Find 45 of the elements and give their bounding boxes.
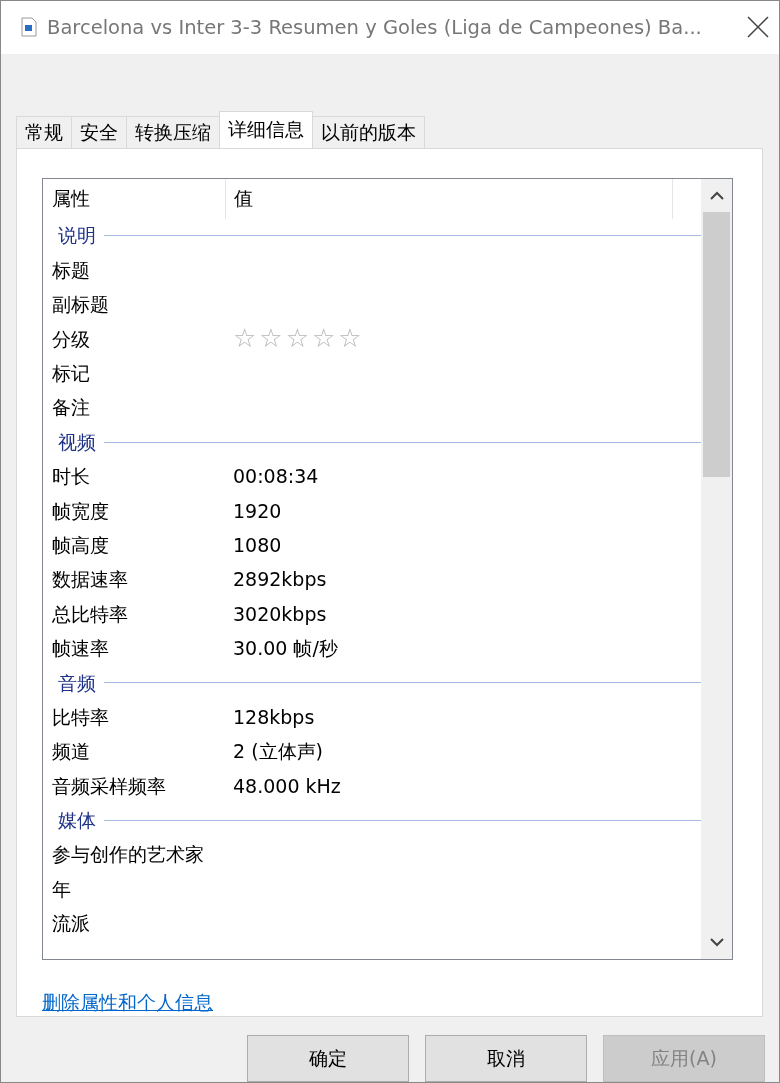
scroll-up-icon[interactable] (709, 190, 724, 200)
property-name: 音频采样频率 (52, 773, 167, 799)
property-value: 48.000 kHz (233, 773, 341, 799)
remove-properties-link[interactable]: 删除属性和个人信息 (42, 987, 213, 1016)
property-name: 副标题 (52, 292, 110, 318)
scrollbar[interactable] (701, 178, 732, 959)
file-icon (21, 17, 37, 38)
property-name: 备注 (52, 395, 91, 421)
property-name: 分级 (52, 326, 91, 352)
property-name: 帧速率 (52, 636, 110, 662)
window-title: Barcelona vs Inter 3-3 Resumen y Goles (Liga de Campeones) Ba... (47, 14, 703, 41)
property-value: 30.00 帧/秒 (233, 636, 338, 662)
property-value: 1080 (233, 532, 282, 558)
property-name: 频道 (52, 739, 91, 765)
property-value: 3020kbps (233, 601, 327, 627)
group-header: 音频 (58, 670, 96, 696)
tab[interactable]: 以前的版本 (312, 115, 425, 148)
property-name: 帧宽度 (52, 498, 110, 524)
tab[interactable]: 常规 (16, 115, 72, 148)
scroll-down-icon[interactable] (709, 937, 724, 947)
property-name: 标记 (52, 361, 91, 386)
property-value: 00:08:34 (233, 464, 319, 490)
property-name: 总比特率 (52, 601, 129, 627)
property-name: 时长 (52, 464, 91, 490)
column-header[interactable]: 值 (226, 178, 673, 219)
group-header: 视频 (58, 429, 96, 455)
tab[interactable]: 详细信息 (219, 110, 313, 148)
property-name: 参与创作的艺术家 (52, 842, 205, 868)
group-header: 说明 (58, 223, 96, 249)
property-value: 128kbps (233, 704, 315, 730)
property-name: 比特率 (52, 704, 110, 730)
property-name: 流派 (52, 911, 91, 937)
column-header[interactable]: 属性 (52, 178, 226, 219)
property-value: 2 (立体声) (233, 739, 323, 765)
group-header: 媒体 (58, 808, 96, 834)
property-name: 标题 (52, 257, 91, 283)
close-icon[interactable] (747, 16, 769, 39)
property-name: 年 (52, 876, 72, 902)
dialog-button[interactable]: 取消 (425, 1035, 587, 1082)
scroll-thumb[interactable] (703, 211, 730, 477)
property-value: 1920 (233, 498, 282, 524)
property-value: 2892kbps (233, 567, 327, 593)
property-name: 数据速率 (52, 567, 129, 593)
property-name: 帧高度 (52, 532, 110, 558)
dialog-button[interactable]: 确定 (247, 1035, 409, 1082)
